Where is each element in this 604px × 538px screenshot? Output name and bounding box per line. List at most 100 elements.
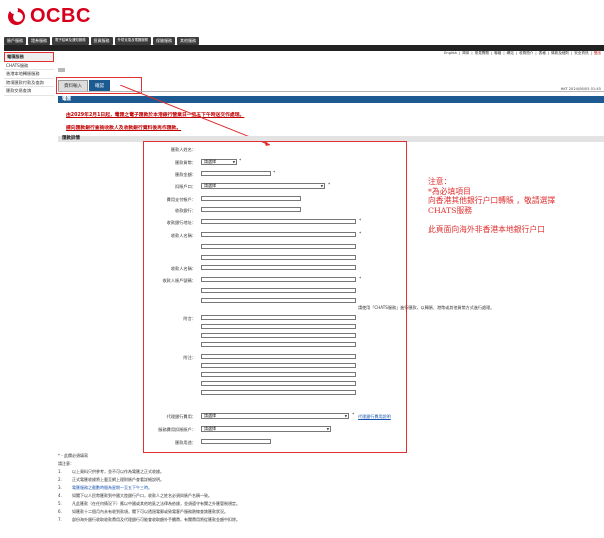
label-agent-bank: 代理銀行費用： [166, 414, 196, 419]
brand-name: OCBC [30, 4, 91, 27]
attach-line-3[interactable] [201, 372, 356, 377]
nav-item-investment[interactable]: 投資服務 [90, 37, 113, 45]
footer-item: 5. 凡此匯款（在任何情況下）應以中國或其他地區之法律為依據，並須遵守有關之外匯管… [58, 501, 240, 506]
label-purpose: 匯款用途： [175, 440, 196, 445]
charge-account-select[interactable]: 請選擇 ▼ [201, 426, 331, 432]
footer-item: 7. 部份海外銀行收取收款費用及代理銀行可能會收取額外手續費，有關費用將從匯款金額… [58, 517, 240, 522]
sidebar: 電匯服務 CHATS服務 香港本地轉賬服務 跨境匯款付款及查詢 匯款交易查詢 [4, 52, 54, 96]
purpose-field[interactable] [201, 439, 271, 444]
util-link-fees[interactable]: 收費簡介 [519, 51, 533, 57]
footer-heading: * - 此欄必須填寫 [58, 453, 88, 458]
nav-item-fx-remittance[interactable]: 外幣兌換及電匯服務 [114, 37, 152, 45]
annotation-note: 注意： *為必填項目 向香港其他銀行户口轉賬 ，敬請選擇 CHATS服務 此頁面… [428, 177, 603, 234]
address-line-2[interactable] [201, 244, 356, 249]
sidebar-item-local-transfer[interactable]: 香港本地轉賬服務 [4, 70, 54, 79]
debit-account-select[interactable]: 請選擇 ▼ [201, 183, 325, 189]
nav-item-estatement[interactable]: 電子結單及通知服務 [52, 37, 89, 45]
label-payee-name: 匯款人姓名： [170, 147, 196, 152]
sidebar-item-cross-border[interactable]: 跨境匯款付款及查詢 [4, 79, 54, 87]
currency-select[interactable]: 請選擇 ▼ [201, 159, 237, 165]
label-payee-bank-address: 收款銀行地址： [166, 220, 196, 225]
annotation-line: *為必填項目 [428, 186, 471, 196]
util-link-terms[interactable]: 條款及細則 [551, 51, 569, 57]
label-payee-account: 收款人賬戶號碼： [162, 278, 196, 283]
logout-link[interactable]: 登出 [594, 51, 601, 57]
label-debit-account: 扣賬戶口： [175, 184, 196, 189]
util-link-english[interactable]: English [444, 51, 457, 57]
label-fee-account: 費用支付帳戶： [166, 197, 196, 202]
util-link-site[interactable]: 網站 [507, 51, 514, 57]
util-link-faq[interactable]: 常見問題 [475, 51, 489, 57]
chevron-down-icon: ▼ [344, 413, 347, 418]
footer-item: 3. 電匯服務之截數時間為星期一至五下午三時。 [58, 485, 152, 490]
payee-bank-field[interactable] [201, 207, 301, 212]
required-mark: * [359, 277, 362, 282]
sidebar-item-telegraphic-transfer[interactable]: 電匯服務 [4, 52, 54, 62]
payee-name-line[interactable] [201, 265, 356, 270]
label-payee-name3: 收款人名稱： [170, 266, 196, 271]
footer-item: 4. 如閣下以人民幣匯款到中國大陸銀行戶口，收款人之姓名必須與賬戶名稱一致。 [58, 493, 212, 498]
payee-account-line-3[interactable] [201, 298, 356, 303]
utility-links: English | 简体 | 常見問題 | 聯絡 | 網站 | 收費簡介 | 表格 | 條款及… [444, 51, 601, 57]
util-link-forms[interactable]: 表格 [539, 51, 546, 57]
nav-item-insurance[interactable]: 保險服務 [153, 37, 176, 45]
attach-line-2[interactable] [201, 363, 356, 368]
chevron-down-icon: ▼ [320, 183, 323, 188]
label-currency: 匯款貨幣： [175, 160, 196, 165]
attach-line-4[interactable] [201, 381, 356, 386]
footer-notes: * - 此欄必須填寫 請注意： 1. 以上資料只供參考，並不可以作為電匯之正式收據… [58, 452, 604, 524]
timestamp: HKT 2024/08/05 01:45 [560, 87, 601, 91]
sidebar-item-chats[interactable]: CHATS服務 [4, 62, 54, 70]
remark-line-2[interactable] [201, 324, 356, 329]
label-charge-account: 服務費用扣賬賬戶： [158, 427, 196, 432]
agent-fee-link[interactable]: 代理銀行費用說明 [358, 414, 391, 420]
sidebar-item-enquiry[interactable]: 匯款交易查詢 [4, 87, 54, 96]
annotation-line: 注意： [428, 177, 452, 186]
main-nav: 賬戶服務 證券服務 電子結單及通知服務 投資服務 外幣兌換及電匯服務 保險服務 … [4, 37, 200, 45]
attach-line-5[interactable] [201, 390, 356, 395]
footer-item: 1. 以上資料只供參考，並不可以作為電匯之正式收據。 [58, 469, 164, 474]
label-payee-name2: 收款人名稱： [170, 233, 196, 238]
amount-field[interactable] [201, 171, 271, 176]
chats-hint: 請使用「CHATS服務」進行匯款，以轉賬、港幣或其他貨幣方式進行處理。 [358, 305, 495, 310]
fee-account-field[interactable] [201, 196, 301, 201]
label-payee-bank: 收款銀行： [175, 208, 196, 213]
payee-bank-address-1[interactable] [201, 219, 356, 224]
footer-note: 請注意： [58, 461, 74, 466]
annotation-line: CHATS服務 [428, 205, 473, 215]
required-mark: * [239, 159, 242, 164]
util-link-simplified[interactable]: 简体 [462, 51, 469, 57]
nav-item-account[interactable]: 賬戶服務 [4, 37, 26, 45]
payee-name-field[interactable] [201, 232, 356, 237]
decorative-bar [58, 68, 65, 72]
util-link-security[interactable]: 安全資訊 [574, 51, 588, 57]
agent-bank-select[interactable]: 請選擇 ▼ [201, 413, 349, 419]
nav-item-securities[interactable]: 證券服務 [28, 37, 50, 45]
required-mark: * [359, 232, 362, 237]
remark-line-4[interactable] [201, 342, 356, 347]
address-line-3[interactable] [201, 255, 356, 260]
nav-item-others[interactable]: 其他服務 [177, 37, 200, 45]
ocbc-logo[interactable]: OCBC [8, 4, 91, 28]
attach-line-1[interactable] [201, 354, 356, 359]
payee-account-line-2[interactable] [201, 288, 356, 293]
required-mark: * [328, 183, 331, 188]
required-mark: * [352, 413, 355, 418]
label-attach: 附注： [183, 355, 196, 360]
label-remark: 附言： [183, 316, 196, 321]
remark-line-3[interactable] [201, 333, 356, 338]
annotation-line: 此頁面向海外非香港本地銀行户口 [428, 224, 545, 234]
remark-line-1[interactable] [201, 315, 356, 320]
footer-item: 2. 正式電匯收據將上載至網上理財賬戶查看詳細說明。 [58, 477, 164, 482]
annotation-line [428, 215, 603, 225]
footer-item: 6. 如匯款十二個月內未有收到款項，閣下可以透過電郵或致電客戶服務熱線查詢匯款狀況… [58, 509, 228, 514]
label-amount: 匯款金額： [175, 172, 196, 177]
required-mark: * [359, 219, 362, 224]
required-mark: * [273, 171, 276, 176]
annotation-line: 向香港其他銀行户口轉賬 ，敬請選擇 [428, 196, 556, 205]
chevron-down-icon: ▼ [326, 426, 329, 431]
ocbc-logo-icon [8, 6, 28, 26]
payee-account-field[interactable] [201, 277, 356, 282]
util-link-contact[interactable]: 聯絡 [494, 51, 501, 57]
chevron-down-icon: ▼ [232, 159, 235, 164]
